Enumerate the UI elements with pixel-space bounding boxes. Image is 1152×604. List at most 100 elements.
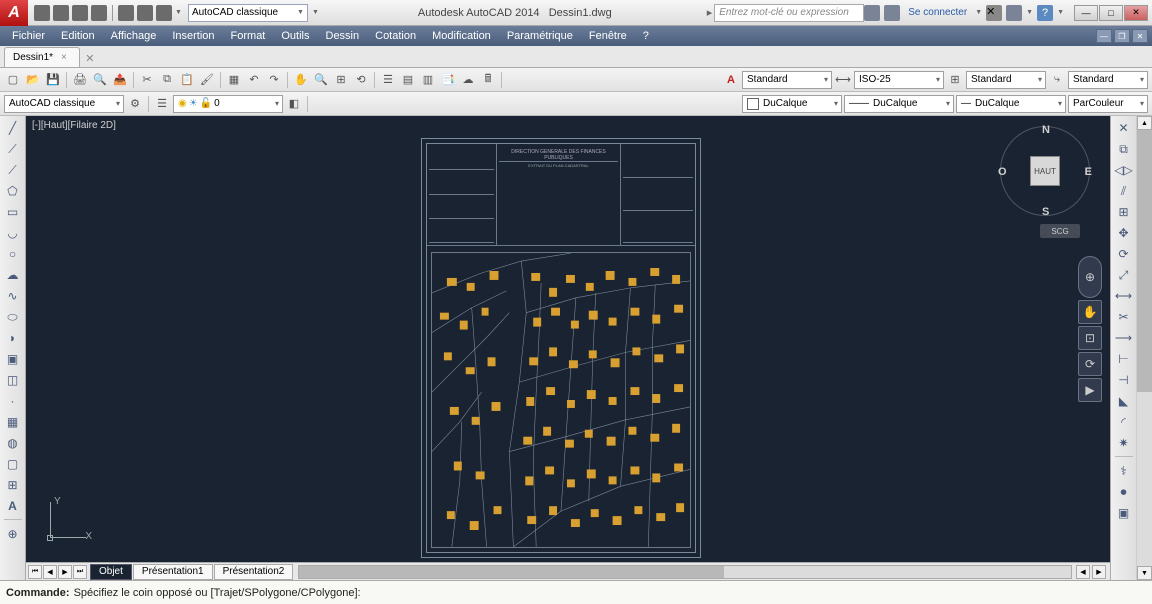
- tablestyle-dropdown[interactable]: Standard: [966, 71, 1046, 89]
- dimstyle-icon[interactable]: ⟷: [834, 71, 852, 89]
- layout-next-icon[interactable]: ▶: [58, 565, 72, 579]
- zoom-prev-icon[interactable]: ⟲: [352, 71, 370, 89]
- constructionline-icon[interactable]: ⟋: [3, 139, 23, 159]
- save-icon[interactable]: 💾: [44, 71, 62, 89]
- copy-icon[interactable]: ⧉: [158, 71, 176, 89]
- cut-icon[interactable]: ✂: [138, 71, 156, 89]
- menu-outils[interactable]: Outils: [273, 30, 317, 42]
- compass-n[interactable]: N: [1042, 124, 1050, 136]
- menu-help[interactable]: ?: [635, 30, 657, 42]
- plotstyle-dropdown[interactable]: ParCouleur: [1068, 95, 1148, 113]
- offset-icon[interactable]: ⫽: [1114, 181, 1134, 201]
- infocenter-icon[interactable]: [864, 5, 880, 21]
- mirror-icon[interactable]: ◁▷: [1114, 160, 1134, 180]
- file-tab-active[interactable]: Dessin1* ×: [4, 47, 80, 67]
- layeriso-icon[interactable]: ◧: [285, 95, 303, 113]
- quickcalc-icon[interactable]: 🖩: [479, 71, 497, 89]
- app-logo[interactable]: A: [0, 0, 28, 26]
- mdi-close-button[interactable]: ✕: [1132, 29, 1148, 43]
- markup-icon[interactable]: ☁: [459, 71, 477, 89]
- stretch-icon[interactable]: ⟷: [1114, 286, 1134, 306]
- help-search-input[interactable]: Entrez mot-clé ou expression: [714, 4, 864, 22]
- fillet-icon[interactable]: ◜: [1114, 412, 1134, 432]
- menu-fenetre[interactable]: Fenêtre: [581, 30, 635, 42]
- publish-icon[interactable]: 📤: [111, 71, 129, 89]
- mdi-minimize-button[interactable]: ―: [1096, 29, 1112, 43]
- scroll-up-icon[interactable]: ▲: [1137, 116, 1152, 130]
- ellipsearc-icon[interactable]: ◗: [3, 328, 23, 348]
- preview-icon[interactable]: 🔍: [91, 71, 109, 89]
- compass-e[interactable]: E: [1085, 166, 1092, 178]
- chevron-down-icon[interactable]: ▼: [1026, 9, 1033, 16]
- plot-icon[interactable]: [118, 5, 134, 21]
- layout-first-icon[interactable]: ⏮: [28, 565, 42, 579]
- move-icon[interactable]: ✥: [1114, 223, 1134, 243]
- open-icon[interactable]: 📂: [24, 71, 42, 89]
- new-icon[interactable]: [34, 5, 50, 21]
- layout-last-icon[interactable]: ⏭: [73, 565, 87, 579]
- chevron-down-icon[interactable]: ▼: [975, 9, 982, 16]
- pan-icon[interactable]: ✋: [292, 71, 310, 89]
- viewcube-face[interactable]: HAUT: [1030, 156, 1060, 186]
- break-icon[interactable]: ⊢: [1114, 349, 1134, 369]
- explode-icon[interactable]: ✷: [1114, 433, 1134, 453]
- circle-icon[interactable]: ○: [3, 244, 23, 264]
- rotate-icon[interactable]: ⟳: [1114, 244, 1134, 264]
- menu-insertion[interactable]: Insertion: [164, 30, 222, 42]
- print-icon[interactable]: 🖨: [71, 71, 89, 89]
- redo-icon[interactable]: ↷: [265, 71, 283, 89]
- block-editor-icon[interactable]: ▣: [1114, 503, 1134, 523]
- mtext-icon[interactable]: A: [3, 496, 23, 516]
- signin-icon[interactable]: [884, 5, 900, 21]
- linetype-dropdown[interactable]: ——DuCalque: [844, 95, 954, 113]
- compass-o[interactable]: O: [998, 166, 1007, 178]
- mdi-restore-button[interactable]: ❐: [1114, 29, 1130, 43]
- copy-icon[interactable]: ⧉: [1114, 139, 1134, 159]
- dimstyle-dropdown[interactable]: ISO-25: [854, 71, 944, 89]
- menu-fichier[interactable]: Fichier: [4, 30, 53, 42]
- menu-modification[interactable]: Modification: [424, 30, 499, 42]
- layout2-tab[interactable]: Présentation2: [214, 564, 294, 580]
- layout-prev-icon[interactable]: ◀: [43, 565, 57, 579]
- sheetset-icon[interactable]: 📑: [439, 71, 457, 89]
- extend-icon[interactable]: ⟶: [1114, 328, 1134, 348]
- ucs-icon[interactable]: Y X: [44, 498, 90, 544]
- new-icon[interactable]: ▢: [4, 71, 22, 89]
- v-scroll-track[interactable]: [1137, 130, 1152, 566]
- menu-dessin[interactable]: Dessin: [318, 30, 368, 42]
- help-icon[interactable]: ?: [1037, 5, 1053, 21]
- spline-icon[interactable]: ∿: [3, 286, 23, 306]
- zoom-window-icon[interactable]: ⊞: [332, 71, 350, 89]
- orbit-icon[interactable]: ⟳: [1078, 352, 1102, 376]
- menu-cotation[interactable]: Cotation: [367, 30, 424, 42]
- insertblock-icon[interactable]: ▣: [3, 349, 23, 369]
- properties-icon[interactable]: ☰: [379, 71, 397, 89]
- saveas-icon[interactable]: [91, 5, 107, 21]
- compass-s[interactable]: S: [1042, 206, 1049, 218]
- designcenter-icon[interactable]: ▤: [399, 71, 417, 89]
- polygon-icon[interactable]: ⬠: [3, 181, 23, 201]
- zoom-realtime-icon[interactable]: 🔍: [312, 71, 330, 89]
- qat-dropdown-icon[interactable]: ▼: [175, 9, 182, 16]
- scroll-right-icon[interactable]: ▶: [1092, 565, 1106, 579]
- action-recorder-icon[interactable]: ⏺: [1114, 482, 1134, 502]
- open-icon[interactable]: [53, 5, 69, 21]
- layout1-tab[interactable]: Présentation1: [133, 564, 213, 580]
- trim-icon[interactable]: ✂: [1114, 307, 1134, 327]
- rectangle-icon[interactable]: ▭: [3, 202, 23, 222]
- wcs-button[interactable]: SCG: [1040, 224, 1080, 238]
- textstyle-icon[interactable]: A: [722, 71, 740, 89]
- workspace-gear-icon[interactable]: ⚙: [126, 95, 144, 113]
- pan-icon[interactable]: ✋: [1078, 300, 1102, 324]
- toolpalettes-icon[interactable]: ▥: [419, 71, 437, 89]
- drawing-recovery-icon[interactable]: ⚕: [1114, 461, 1134, 481]
- new-tab-button[interactable]: ✕: [80, 49, 100, 67]
- menu-parametrique[interactable]: Paramétrique: [499, 30, 581, 42]
- workspace-dd2[interactable]: AutoCAD classique: [4, 95, 124, 113]
- gradient-icon[interactable]: ◍: [3, 433, 23, 453]
- layerprops-icon[interactable]: ☰: [153, 95, 171, 113]
- v-scrollbar[interactable]: ▲ ▼: [1136, 116, 1152, 580]
- menu-format[interactable]: Format: [223, 30, 274, 42]
- makeblock-icon[interactable]: ◫: [3, 370, 23, 390]
- steering-wheel-icon[interactable]: ⊕: [1078, 256, 1102, 298]
